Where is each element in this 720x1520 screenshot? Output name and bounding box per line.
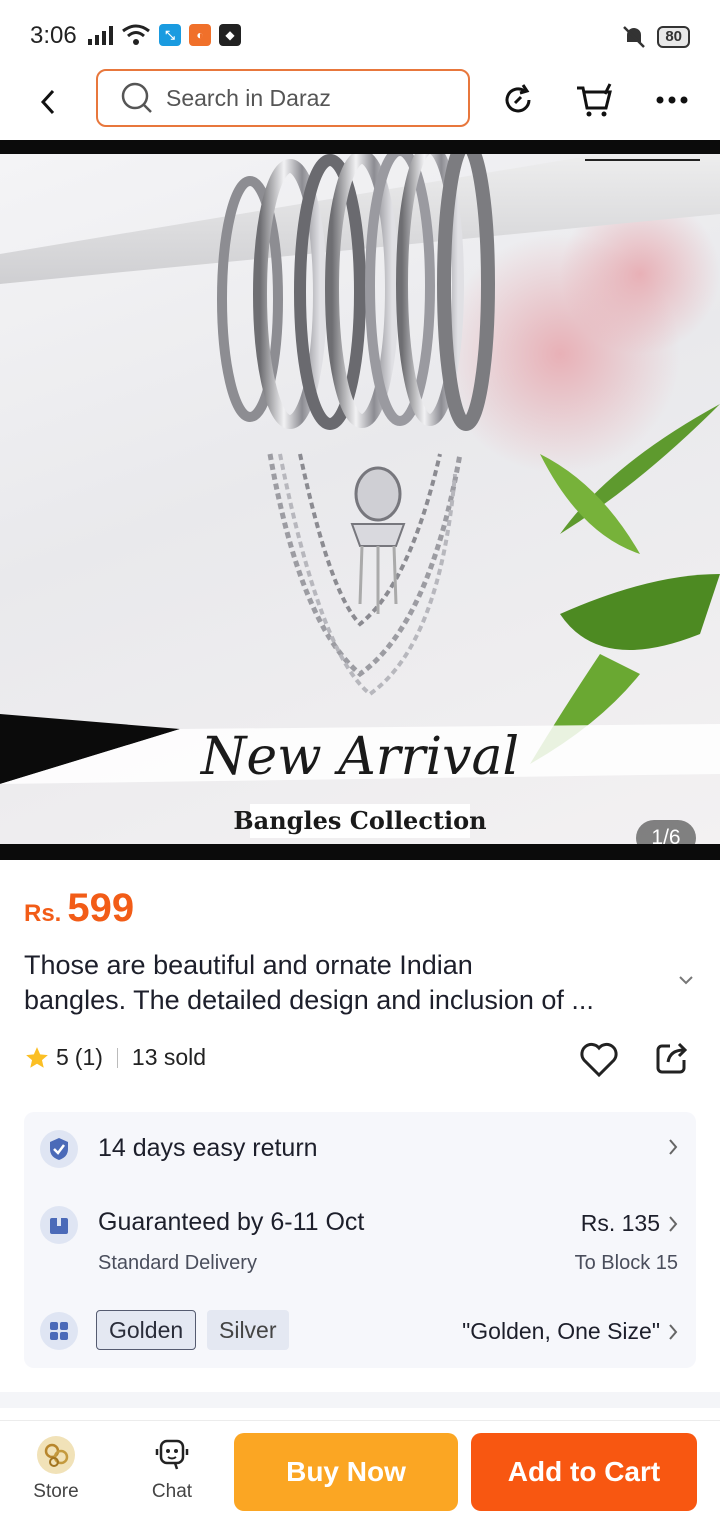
store-avatar-icon: [37, 1436, 75, 1474]
delivery-guarantee-text[interactable]: Guaranteed by 6-11 Oct: [98, 1208, 364, 1237]
price-currency: Rs.: [24, 900, 62, 927]
variant-selected: "Golden, One Size": [462, 1318, 660, 1344]
rating-count: (1): [74, 1044, 103, 1070]
section-divider: [0, 1392, 720, 1408]
image-counter: 1/6: [636, 820, 696, 844]
price-amount: 599: [67, 886, 135, 930]
chevron-right-icon: [669, 1215, 678, 1232]
variant-selected-link[interactable]: "Golden, One Size": [462, 1318, 678, 1345]
variant-icon-wrap: [40, 1312, 78, 1350]
signal-icon: [88, 25, 113, 45]
buy-now-button[interactable]: Buy Now: [234, 1433, 458, 1511]
variant-option-golden[interactable]: Golden: [96, 1310, 197, 1350]
cart-icon: [577, 83, 612, 117]
more-dots-icon: [656, 96, 688, 104]
delivery-fee: Rs. 135: [580, 1210, 660, 1236]
chat-label: Chat: [151, 1481, 193, 1502]
return-policy-arrow[interactable]: [668, 1138, 678, 1156]
notification-app-icon: ◐: [189, 24, 211, 46]
chat-bot-icon: [155, 1439, 189, 1470]
chevron-left-icon: [40, 89, 55, 115]
chevron-right-icon: [669, 1139, 678, 1155]
search-placeholder: Search in Daraz: [166, 84, 331, 111]
product-title-line-2: bangles. The detailed design and inclusi…: [24, 985, 594, 1015]
chevron-down-icon: [679, 976, 693, 985]
back-button[interactable]: [28, 82, 68, 122]
more-button[interactable]: [650, 78, 694, 122]
status-indicators: ⤡ ◐ ◆: [88, 24, 241, 46]
refresh-share-icon: [505, 84, 531, 113]
status-bar: 3:06 ⤡ ◐ ◆ 80: [0, 0, 720, 64]
bottom-action-bar: Store Chat Buy Now Add to Cart: [0, 1420, 720, 1520]
cart-button[interactable]: [572, 78, 616, 122]
expand-title-button[interactable]: [678, 972, 694, 990]
sold-count: 13 sold: [131, 1044, 207, 1070]
add-to-cart-button[interactable]: Add to Cart: [471, 1433, 697, 1511]
telecom-app-icon: ⤡: [159, 24, 181, 46]
share-product-button[interactable]: [652, 1038, 694, 1080]
delivery-type: Standard Delivery: [98, 1252, 257, 1274]
delivery-location[interactable]: To Block 15: [575, 1252, 678, 1275]
rating-value: 5: [56, 1044, 69, 1070]
share-icon: [656, 1042, 688, 1074]
wifi-icon: [122, 24, 150, 45]
bangles-illustration: New Arrival Bangles Collection: [0, 154, 720, 838]
store-label: Store: [33, 1481, 79, 1502]
return-policy-text[interactable]: 14 days easy return: [98, 1134, 318, 1163]
product-title-line-1: Those are beautiful and ornate Indian: [24, 950, 473, 980]
shield-app-icon: ◆: [219, 24, 241, 46]
rating-divider: [116, 1047, 118, 1068]
battery-indicator: 80: [657, 26, 690, 48]
store-button[interactable]: Store: [16, 1435, 96, 1503]
product-title[interactable]: Those are beautiful and ornate Indian ba…: [24, 948, 674, 1018]
delivery-box-icon: [50, 1218, 68, 1234]
variant-option-silver[interactable]: Silver: [207, 1310, 289, 1350]
chat-button[interactable]: Chat: [132, 1435, 212, 1503]
heart-icon: [580, 1042, 618, 1078]
return-policy-icon-wrap: [40, 1130, 78, 1168]
delivery-icon-wrap: [40, 1206, 78, 1244]
chevron-right-icon: [669, 1323, 678, 1340]
hero-headline: New Arrival: [199, 727, 519, 787]
product-image: New Arrival Bangles Collection 1/6: [0, 154, 720, 844]
status-right: 80: [621, 24, 690, 50]
price: Rs. 599: [24, 886, 134, 931]
search-icon: [121, 82, 152, 113]
delivery-fee-link[interactable]: Rs. 135: [581, 1210, 678, 1237]
status-time: 3:06: [30, 22, 77, 49]
search-input[interactable]: Search in Daraz: [96, 69, 470, 127]
shield-check-icon: [50, 1138, 68, 1160]
star-icon: [26, 1046, 48, 1068]
wishlist-button[interactable]: [578, 1038, 620, 1080]
grid-icon: [50, 1322, 68, 1340]
hero-subheadline: Bangles Collection: [233, 806, 486, 835]
mute-icon: [623, 26, 646, 48]
product-image-carousel[interactable]: New Arrival Bangles Collection 1/6: [0, 140, 720, 860]
share-button[interactable]: [496, 78, 540, 122]
top-bar: Search in Daraz: [0, 64, 720, 140]
service-info-card: 14 days easy return Guaranteed by 6-11 O…: [24, 1112, 696, 1368]
rating-summary[interactable]: 5 (1) 13 sold: [24, 1044, 206, 1071]
